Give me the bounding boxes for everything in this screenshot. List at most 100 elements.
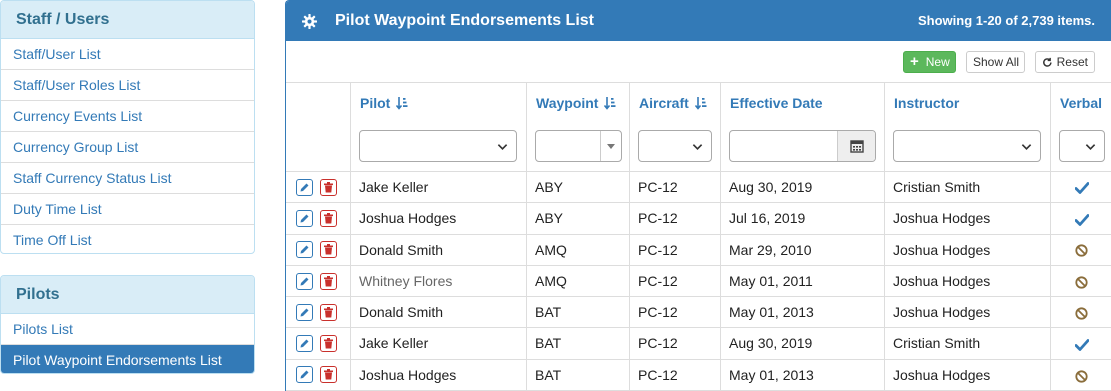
table-header-row: Pilot Waypoint Aircraft Effective Date I…: [286, 83, 1111, 172]
row-actions: [286, 172, 351, 203]
effective-date-cell: Jul 16, 2019: [721, 203, 885, 234]
check-icon: [1074, 182, 1089, 195]
sidebar-item-currency-group-list[interactable]: Currency Group List: [1, 132, 254, 163]
aircraft-cell: PC-12: [630, 328, 721, 359]
actions-column-header: [286, 83, 351, 172]
pencil-icon: [300, 245, 309, 254]
waypoint-cell: BAT: [527, 328, 630, 359]
new-button[interactable]: + New: [903, 51, 956, 73]
main-panel: Pilot Waypoint Endorsements List Showing…: [285, 0, 1111, 391]
effective-date-cell: Mar 29, 2010: [721, 234, 885, 265]
pilot-cell: Donald Smith: [351, 297, 527, 328]
delete-button[interactable]: [320, 303, 337, 321]
delete-button[interactable]: [320, 272, 337, 290]
edit-button[interactable]: [296, 272, 313, 290]
verbal-column-header: Verbal: [1051, 83, 1111, 172]
aircraft-filter-select[interactable]: [638, 130, 712, 162]
sidebar-staff-heading: Staff / Users: [1, 1, 254, 39]
waypoint-cell: ABY: [527, 172, 630, 203]
verbal-filter-select[interactable]: [1059, 130, 1105, 162]
waypoint-cell: BAT: [527, 297, 630, 328]
edit-button[interactable]: [296, 303, 313, 321]
table-row: Joshua Hodges ABY PC-12 Jul 16, 2019 Jos…: [286, 203, 1111, 235]
sidebar-item-pilot-waypoint-endorsements-list[interactable]: Pilot Waypoint Endorsements List: [1, 345, 254, 373]
delete-button[interactable]: [320, 178, 337, 196]
edit-button[interactable]: [296, 241, 313, 259]
row-actions: [286, 328, 351, 359]
table-row: Donald Smith AMQ PC-12 Mar 29, 2010 Josh…: [286, 234, 1111, 266]
instructor-cell: Cristian Smith: [885, 172, 1051, 203]
verbal-cell: [1051, 328, 1111, 358]
pilot-sort-link[interactable]: Pilot: [360, 95, 408, 111]
pencil-icon: [300, 183, 309, 192]
delete-button[interactable]: [320, 366, 337, 384]
waypoint-column-header: Waypoint: [527, 83, 630, 172]
table-row: Donald Smith BAT PC-12 May 01, 2013 Josh…: [286, 297, 1111, 329]
waypoint-sort-link[interactable]: Waypoint: [536, 95, 616, 111]
gear-icon[interactable]: [302, 13, 317, 29]
new-button-label: New: [925, 55, 950, 69]
verbal-cell: [1051, 172, 1111, 202]
sidebar-item-duty-time-list[interactable]: Duty Time List: [1, 194, 254, 225]
check-icon: [1074, 338, 1089, 351]
aircraft-column-header: Aircraft: [630, 83, 721, 172]
ban-icon: [1075, 307, 1088, 320]
delete-button[interactable]: [320, 241, 337, 259]
endorsements-table: Pilot Waypoint Aircraft Effective Date I…: [286, 83, 1111, 391]
ban-icon: [1075, 244, 1088, 257]
chevron-down-icon: [692, 144, 703, 150]
combobox-toggle[interactable]: [600, 131, 621, 161]
pencil-icon: [300, 277, 309, 286]
sort-ascending-icon: [694, 96, 707, 110]
sort-ascending-icon: [604, 96, 616, 110]
sidebar-pilots-panel: Pilots Pilots List Pilot Waypoint Endors…: [0, 275, 255, 374]
refresh-icon: [1043, 57, 1052, 67]
pilot-cell: Donald Smith: [351, 234, 527, 265]
table-row: Jake Keller ABY PC-12 Aug 30, 2019 Crist…: [286, 172, 1111, 204]
verbal-sort-link[interactable]: Verbal: [1060, 95, 1102, 111]
trash-icon: [324, 181, 333, 193]
calendar-button[interactable]: [837, 131, 875, 161]
aircraft-cell: PC-12: [630, 359, 721, 391]
waypoint-filter-combobox[interactable]: [535, 130, 622, 162]
row-actions: [286, 234, 351, 265]
pagination-summary: Showing 1-20 of 2,739 items.: [918, 13, 1095, 28]
caret-down-icon: [607, 144, 615, 149]
sidebar-item-pilots-list[interactable]: Pilots List: [1, 314, 254, 345]
sidebar-item-staff-currency-status-list[interactable]: Staff Currency Status List: [1, 163, 254, 194]
trash-icon: [324, 275, 333, 287]
sidebar-item-staff-user-list[interactable]: Staff/User List: [1, 39, 254, 70]
effective-date-sort-link[interactable]: Effective Date: [730, 95, 823, 111]
show-all-button[interactable]: Show All: [966, 51, 1025, 73]
aircraft-cell: PC-12: [630, 297, 721, 328]
sidebar-item-staff-user-roles-list[interactable]: Staff/User Roles List: [1, 70, 254, 101]
aircraft-cell: PC-12: [630, 203, 721, 234]
instructor-cell: Joshua Hodges: [885, 203, 1051, 234]
waypoint-cell: ABY: [527, 203, 630, 234]
instructor-filter-select[interactable]: [893, 130, 1041, 162]
delete-button[interactable]: [320, 209, 337, 227]
verbal-cell: [1051, 360, 1111, 390]
pilot-cell: Joshua Hodges: [351, 359, 527, 391]
verbal-cell: [1051, 203, 1111, 233]
edit-button[interactable]: [296, 178, 313, 196]
aircraft-sort-link[interactable]: Aircraft: [639, 95, 707, 111]
pilot-cell: Whitney Flores: [351, 265, 527, 297]
edit-button[interactable]: [296, 209, 313, 227]
pilot-column-header: Pilot: [351, 83, 527, 172]
sidebar-item-currency-events-list[interactable]: Currency Events List: [1, 101, 254, 132]
instructor-cell: Joshua Hodges: [885, 234, 1051, 265]
edit-button[interactable]: [296, 335, 313, 353]
pilot-filter-select[interactable]: [359, 130, 517, 162]
instructor-sort-link[interactable]: Instructor: [894, 95, 959, 111]
ban-icon: [1075, 369, 1088, 383]
edit-button[interactable]: [296, 366, 313, 384]
panel-header: Pilot Waypoint Endorsements List Showing…: [286, 1, 1111, 41]
sidebar-staff-panel: Staff / Users Staff/User List Staff/User…: [0, 0, 255, 254]
pilot-cell: Jake Keller: [351, 172, 527, 203]
delete-button[interactable]: [320, 335, 337, 353]
reset-button[interactable]: Reset: [1035, 51, 1095, 73]
effective-date-filter-input[interactable]: [729, 130, 876, 162]
sidebar-item-time-off-list[interactable]: Time Off List: [1, 225, 254, 253]
table-body: Jake Keller ABY PC-12 Aug 30, 2019 Crist…: [286, 172, 1111, 391]
